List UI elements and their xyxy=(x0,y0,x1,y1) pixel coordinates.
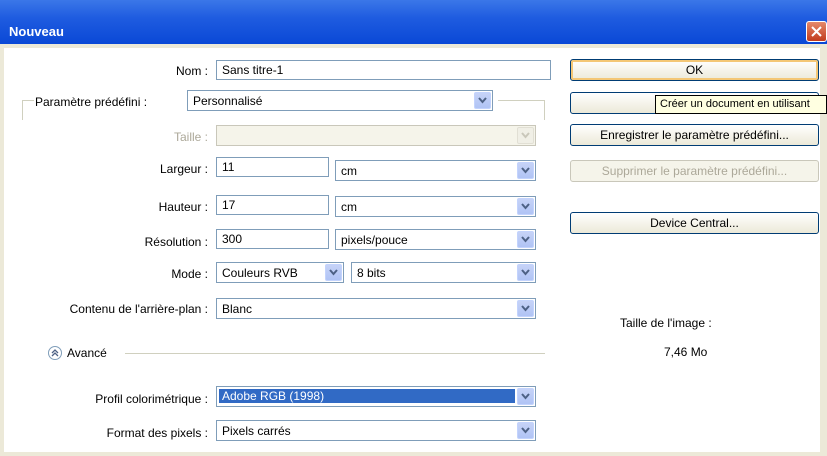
size-select xyxy=(216,125,536,146)
background-value: Blanc xyxy=(222,302,253,316)
chevron-down-icon xyxy=(517,198,534,215)
width-unit-select[interactable]: cm xyxy=(335,160,536,181)
image-size-label: Taille de l'image : xyxy=(620,316,712,330)
chevron-down-icon xyxy=(325,264,342,281)
width-label: Largeur : xyxy=(159,162,208,176)
width-unit-value: cm xyxy=(341,164,357,178)
mode-label: Mode : xyxy=(171,267,208,281)
preset-select[interactable]: Personnalisé xyxy=(187,90,493,111)
resolution-unit-select[interactable]: pixels/pouce xyxy=(335,229,536,250)
advanced-label: Avancé xyxy=(67,346,107,360)
name-label: Nom : xyxy=(175,64,208,78)
preset-value: Personnalisé xyxy=(193,94,263,108)
color-profile-select[interactable]: Adobe RGB (1998) xyxy=(216,386,536,407)
color-profile-value: Adobe RGB (1998) xyxy=(219,389,515,403)
resolution-input[interactable]: 300 xyxy=(216,229,329,249)
width-input[interactable]: 11 xyxy=(216,157,329,177)
pixel-aspect-value: Pixels carrés xyxy=(222,424,291,438)
chevron-down-icon xyxy=(474,92,491,109)
chevron-down-icon xyxy=(517,264,534,281)
background-select[interactable]: Blanc xyxy=(216,298,536,319)
height-unit-value: cm xyxy=(341,200,357,214)
height-unit-select[interactable]: cm xyxy=(335,196,536,217)
background-label: Contenu de l'arrière-plan : xyxy=(69,302,208,316)
pixel-aspect-label: Format des pixels : xyxy=(106,426,208,440)
bit-depth-select[interactable]: 8 bits xyxy=(351,262,536,283)
group-border-top-right xyxy=(498,100,545,101)
chevron-up-icon xyxy=(51,349,59,357)
height-input[interactable]: 17 xyxy=(216,195,329,215)
chevron-down-icon xyxy=(517,300,534,317)
image-size-value: 7,46 Mo xyxy=(664,345,708,359)
chevron-down-icon xyxy=(517,388,534,405)
window-title: Nouveau xyxy=(9,24,64,39)
chevron-down-icon xyxy=(517,422,534,439)
preset-label: Paramètre prédéfini : xyxy=(35,95,148,109)
size-label: Taille : xyxy=(173,130,208,144)
name-input[interactable]: Sans titre-1 xyxy=(216,60,551,80)
resolution-label: Résolution : xyxy=(144,235,208,249)
resolution-unit-value: pixels/pouce xyxy=(341,233,408,247)
close-icon xyxy=(811,26,822,37)
ok-button[interactable]: OK xyxy=(570,59,819,81)
device-central-button[interactable]: Device Central... xyxy=(570,212,819,234)
group-border-left xyxy=(22,100,23,120)
dialog-window: Nouveau Nom : Sans titre-1 Paramètre pré… xyxy=(0,0,827,456)
chevron-down-icon xyxy=(517,231,534,248)
mode-value: Couleurs RVB xyxy=(222,266,298,280)
save-preset-button[interactable]: Enregistrer le paramètre prédéfini... xyxy=(570,124,819,146)
color-profile-label: Profil colorimétrique : xyxy=(95,392,208,406)
group-border-right xyxy=(544,100,545,120)
group-border-top-left xyxy=(22,100,34,101)
pixel-aspect-select[interactable]: Pixels carrés xyxy=(216,420,536,441)
advanced-toggle-button[interactable] xyxy=(48,346,62,360)
bit-depth-value: 8 bits xyxy=(357,266,386,280)
chevron-down-icon xyxy=(517,127,534,144)
delete-preset-button: Supprimer le paramètre prédéfini... xyxy=(570,160,819,182)
close-button[interactable] xyxy=(806,21,827,42)
title-bar: Nouveau xyxy=(0,0,827,44)
chevron-down-icon xyxy=(517,162,534,179)
height-label: Hauteur : xyxy=(158,200,208,214)
cancel-tooltip: Créer un document en utilisant xyxy=(655,95,827,114)
mode-select[interactable]: Couleurs RVB xyxy=(216,262,344,283)
advanced-divider xyxy=(125,353,545,354)
